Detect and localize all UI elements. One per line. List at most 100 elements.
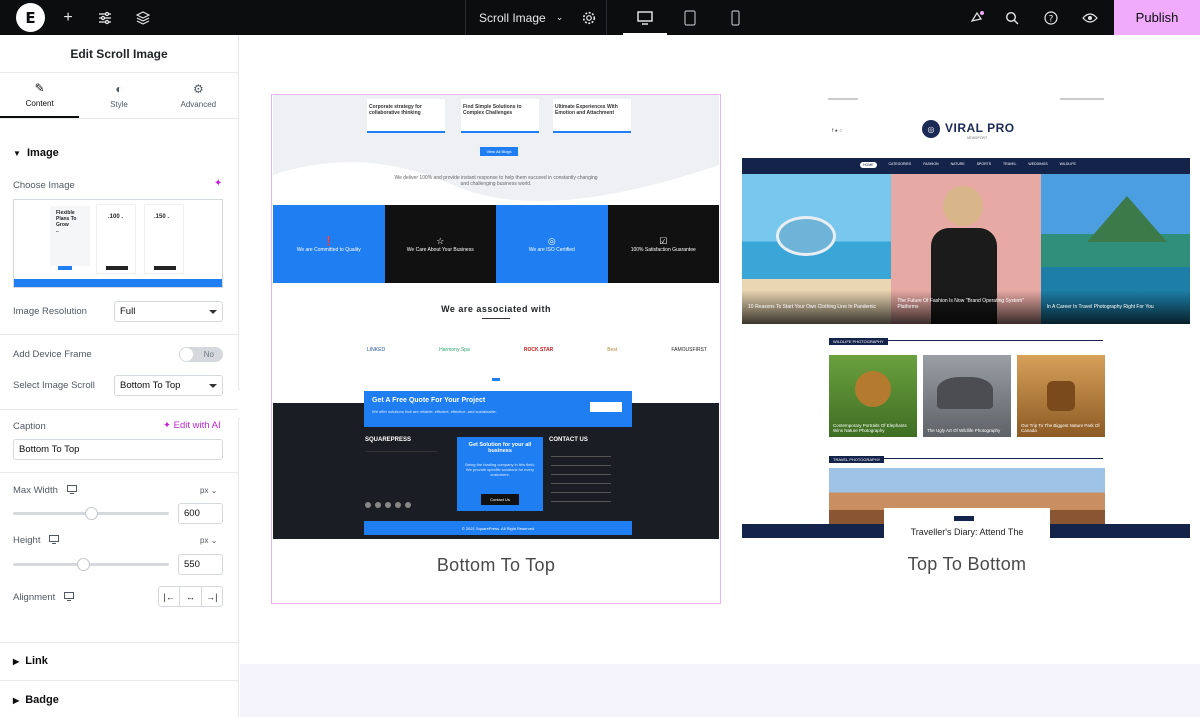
canvas-bottom-section xyxy=(240,664,1200,717)
scroll-image-widget-right[interactable]: f ● ○ ◎ VIRAL PRO NEWSPORT HOME CATEGORIE… xyxy=(742,94,1192,604)
image-scroll-value: Bottom To Top xyxy=(120,380,181,391)
align-right-icon[interactable]: →| xyxy=(202,587,222,606)
site-settings-icon[interactable] xyxy=(88,0,122,35)
image-thumbnail[interactable]: Flexible Plans To Grow.. .100 . .150 . xyxy=(13,199,223,288)
image-section-header[interactable]: ▼ Image xyxy=(13,147,59,159)
divider xyxy=(0,472,238,473)
site-nav-item: HOME xyxy=(860,162,877,168)
associated-title: We are associated with xyxy=(441,304,551,314)
caption-input[interactable]: Bottom To Top xyxy=(13,439,223,460)
tab-style-label: Style xyxy=(110,100,128,109)
hero-title: The Future Of Fashion Is Now "Brand Oper… xyxy=(897,298,1024,310)
preview-eye-icon[interactable] xyxy=(1073,0,1107,35)
help-icon[interactable]: ? xyxy=(1034,0,1068,35)
wildlife-title: The Ugly Art Of Wildlife Photography xyxy=(927,428,1001,433)
tab-content[interactable]: ✎ Content xyxy=(0,73,80,118)
max-width-value: 600 xyxy=(184,508,200,519)
slider-handle[interactable] xyxy=(77,558,91,571)
tab-advanced-label: Advanced xyxy=(180,100,217,109)
wildlife-section-title: WILDLIFE PHOTOGRAPHY xyxy=(829,338,888,345)
height-slider[interactable] xyxy=(13,558,169,571)
site-nav-item: FASHION xyxy=(923,162,939,166)
feature-text: 100% Satisfaction Guarantee xyxy=(630,246,696,253)
partner-logo: Harmony Spa xyxy=(439,347,470,353)
site-nav-item: NATURE xyxy=(950,162,965,166)
max-width-unit[interactable]: px ⌄ xyxy=(200,486,217,495)
editor-panel: Edit Scroll Image ✎ Content ◐ Style ⚙ Advan… xyxy=(0,35,239,717)
slider-handle[interactable] xyxy=(84,507,98,520)
desktop-view-button[interactable] xyxy=(623,0,667,35)
document-settings-icon[interactable] xyxy=(572,0,606,35)
desktop-icon xyxy=(637,10,653,25)
height-unit-text: px xyxy=(200,536,209,545)
badge-section-header[interactable]: ▶ Badge xyxy=(13,694,59,706)
divider xyxy=(0,680,238,681)
blog-card-title: Ultimate Experiences With Emotion and At… xyxy=(555,104,618,116)
solution-text: Being the leading company in this field,… xyxy=(465,462,535,477)
feature-text: We are ISO Certified xyxy=(528,246,575,253)
height-label: Height xyxy=(13,535,60,546)
site-nav: HOME CATEGORIES FASHION NATURE SPORTS TRAVEL W… xyxy=(742,158,1190,174)
panel-tabs: ✎ Content ◐ Style ⚙ Advanced xyxy=(0,73,238,119)
edit-with-ai-button[interactable]: ✦ Edit with AI xyxy=(163,420,221,431)
document-name: Scroll Image xyxy=(479,10,546,25)
scroll-image-caption: Top To Bottom xyxy=(907,554,1027,574)
site-nav-item: TRAVEL xyxy=(1003,162,1017,166)
alignment-control: |← ↔ →| xyxy=(158,586,223,607)
hero-title: In A Career In Travel Photography Right … xyxy=(1046,304,1154,310)
image-resolution-select[interactable]: Full xyxy=(114,301,223,322)
align-center-icon[interactable]: ↔ xyxy=(180,587,202,606)
height-input[interactable]: 550 xyxy=(178,554,223,575)
divider xyxy=(0,642,238,643)
site-nav-item: CATEGORIES xyxy=(888,162,912,166)
chevron-down-icon: ⌄ xyxy=(555,12,564,22)
scroll-image-widget-left[interactable]: Corporate strategy for collaborative thi… xyxy=(271,94,721,604)
tablet-view-button[interactable] xyxy=(668,0,712,35)
max-width-input[interactable]: 600 xyxy=(178,503,223,524)
gear-icon: ⚙ xyxy=(192,82,204,96)
link-section-header[interactable]: ▶ Link xyxy=(13,655,48,667)
image-scroll-label: Select Image Scroll xyxy=(13,380,95,391)
height-label-text: Height xyxy=(13,535,41,546)
footer-brand: SQUAREPRESS xyxy=(365,437,412,443)
add-element-icon[interactable]: + xyxy=(51,0,85,35)
pencil-icon: ✎ xyxy=(34,81,45,95)
partner-logos: LINKED Harmony Spa ROCK STAR Best FAMOUS… xyxy=(367,347,707,353)
tab-style[interactable]: ◐ Style xyxy=(79,73,158,118)
mobile-view-button[interactable] xyxy=(713,0,757,35)
hero-title: 10 Reasons To Start Your Own Clothing Li… xyxy=(748,304,877,310)
publish-button[interactable]: Publish xyxy=(1114,0,1200,35)
device-frame-toggle[interactable]: No xyxy=(179,347,223,362)
feature-text: We are Committed to Quality xyxy=(296,246,361,253)
max-width-slider[interactable] xyxy=(13,507,169,520)
contact-title: CONTACT US xyxy=(549,437,588,443)
max-width-label: Max Width xyxy=(13,485,77,496)
search-icon[interactable] xyxy=(995,0,1029,35)
image-scroll-select[interactable]: Bottom To Top xyxy=(114,375,223,396)
scroll-image-preview[interactable]: Corporate strategy for collaborative thi… xyxy=(273,95,719,539)
divider xyxy=(0,334,238,335)
notifications-icon[interactable] xyxy=(960,0,994,35)
max-width-label-text: Max Width xyxy=(13,485,58,496)
scroll-image-preview[interactable]: f ● ○ ◎ VIRAL PRO NEWSPORT HOME CATEGORIE… xyxy=(742,94,1190,538)
view-blogs-button: View All Blogs xyxy=(480,147,518,156)
blog-card-title: Corporate strategy for collaborative thi… xyxy=(369,104,422,116)
caption-label: Caption xyxy=(13,421,46,432)
travel-section-title: TRAVEL PHOTOGRAPHY xyxy=(829,456,885,463)
height-unit[interactable]: px ⌄ xyxy=(200,536,217,545)
quote-text: We offer solutions that are reliable, ef… xyxy=(372,409,497,414)
desktop-icon xyxy=(66,485,77,494)
device-frame-state: No xyxy=(203,350,214,359)
logo-letter: E xyxy=(25,8,36,27)
layers-icon[interactable] xyxy=(126,0,160,35)
brand-logo-icon: ◎ xyxy=(922,120,940,138)
tab-advanced[interactable]: ⚙ Advanced xyxy=(159,73,238,118)
elementor-logo[interactable]: E xyxy=(16,3,45,32)
desktop-icon xyxy=(49,535,60,544)
solution-box: Get Solution for your all business Being… xyxy=(457,437,543,511)
ai-sparkle-icon[interactable]: ✦ xyxy=(214,178,222,189)
align-left-icon[interactable]: |← xyxy=(159,587,181,606)
wildlife-title: Contemporary Portraits Of Elephants Wins… xyxy=(833,423,907,433)
ai-sparkle-icon: ✦ xyxy=(163,420,171,431)
tablet-icon xyxy=(684,9,696,26)
